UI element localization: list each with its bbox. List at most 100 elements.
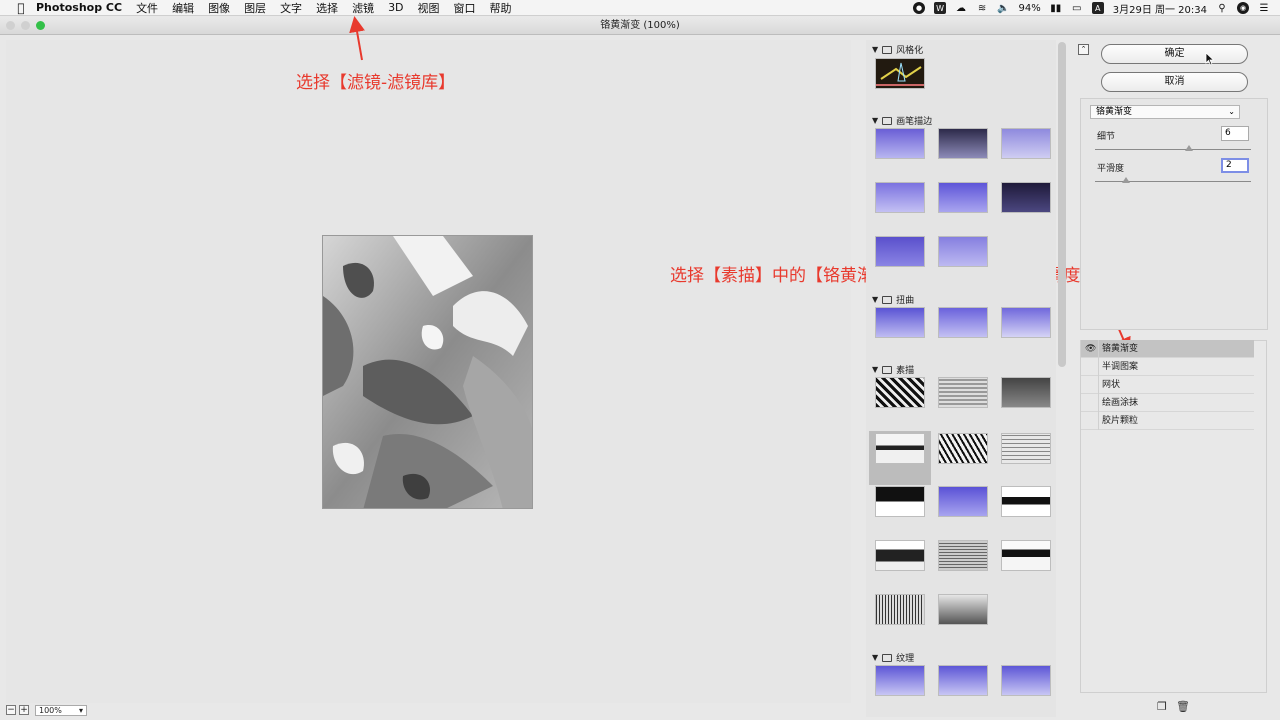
layer-row[interactable]: 网状 [1081,376,1254,394]
disclosure-triangle-icon: ▼ [872,653,879,662]
camera-icon[interactable]: ● [913,2,926,14]
filter-thumb[interactable] [938,307,988,338]
wifi-icon[interactable]: ≋ [976,2,988,14]
filter-select[interactable]: 铬黄渐变 ⌄ [1090,105,1240,119]
notification-center-icon[interactable]: ☰ [1258,2,1270,14]
zoom-in-button[interactable]: + [19,705,29,715]
folder-sketch[interactable]: ▼ 素描 [872,363,914,376]
w-app-icon[interactable]: W [934,2,947,14]
filter-thumb[interactable] [938,236,988,267]
battery-icon[interactable]: ▮▮ [1050,2,1062,14]
filter-select-value: 铬黄渐变 [1096,107,1133,117]
layer-name: 绘画涂抹 [1102,398,1139,408]
layer-row[interactable]: 👁 铬黄渐变 [1081,340,1254,358]
input-method-icon[interactable]: A [1091,2,1104,14]
folder-label: 画笔描边 [896,117,933,127]
detail-label: 细节 [1097,132,1116,142]
cancel-button[interactable]: 取消 [1101,72,1248,92]
menu-image[interactable]: 图像 [208,0,230,16]
window-titlebar: 铬黄渐变 (100%) [0,17,1280,35]
filter-thumb[interactable] [1001,307,1051,338]
chevron-down-icon: ▾ [78,705,83,715]
cloud-icon[interactable]: ☁ [955,2,967,14]
folder-brush-strokes[interactable]: ▼ 画笔描边 [872,114,932,127]
filter-thumb-chrome[interactable] [875,433,925,464]
filter-thumb-glowing-edges[interactable] [875,58,925,89]
folder-distort[interactable]: ▼ 扭曲 [872,293,914,306]
folder-label: 纹理 [896,654,915,664]
close-window-button[interactable] [6,21,15,30]
smoothness-slider-knob[interactable] [1122,177,1131,183]
minimize-window-button[interactable] [21,21,30,30]
airplay-icon[interactable]: ▭ [1071,2,1083,14]
spotlight-icon[interactable]: ⚲ [1216,2,1228,14]
menu-view[interactable]: 视图 [418,0,440,16]
smoothness-label: 平滑度 [1097,164,1125,174]
zoom-out-button[interactable]: − [6,705,16,715]
filter-thumb-halftone[interactable] [875,377,925,408]
filter-thumb[interactable] [1001,540,1051,571]
filter-thumb[interactable] [875,307,925,338]
ok-button[interactable]: 确定 [1101,44,1248,64]
chevron-down-icon: ⌄ [1228,107,1235,116]
filter-thumb[interactable] [938,540,988,571]
filter-thumb[interactable] [1001,486,1051,517]
clock[interactable]: 3月29日 周一 20:34 [1113,1,1207,16]
menu-filter[interactable]: 滤镜 [352,0,374,16]
collapse-browser-icon[interactable]: ⌃ [1078,44,1089,55]
filter-thumb[interactable] [938,377,988,408]
layer-row[interactable]: 半调图案 [1081,358,1254,376]
siri-icon[interactable]: ◉ [1237,2,1249,14]
layer-row[interactable]: 胶片颗粒 [1081,412,1254,430]
folder-stylize[interactable]: ▼ 风格化 [872,43,923,56]
menu-window[interactable]: 窗口 [454,0,476,16]
folder-texture[interactable]: ▼ 纹理 [872,651,914,664]
zoom-select[interactable]: 100% ▾ [35,704,87,716]
menu-layer[interactable]: 图层 [244,0,266,16]
filter-browser: ▼ 风格化 ▼ 画笔描边 ▼ 扭曲 ▼ 素描 ▼ 纹理 [866,40,1056,717]
layer-name: 半调图案 [1102,362,1139,372]
filter-thumb[interactable] [1001,433,1051,464]
apple-menu-icon[interactable]:  [14,1,28,15]
zoom-window-button[interactable] [36,21,45,30]
menu-edit[interactable]: 编辑 [172,0,194,16]
smoothness-input[interactable]: 2 [1221,158,1249,173]
browser-scrollbar[interactable] [1058,42,1066,367]
app-menu[interactable]: Photoshop CC [36,1,122,14]
filter-thumb[interactable] [938,128,988,159]
disclosure-triangle-icon: ▼ [872,45,879,54]
new-effect-layer-icon[interactable]: ❐ [1157,700,1167,713]
detail-input[interactable]: 6 [1221,126,1249,141]
filter-thumb[interactable] [938,665,988,696]
filter-thumb[interactable] [938,433,988,464]
filter-thumb[interactable] [875,594,925,625]
menu-type[interactable]: 文字 [280,0,302,16]
menu-select[interactable]: 选择 [316,0,338,16]
volume-icon[interactable]: 🔈 [997,2,1009,14]
filter-thumb[interactable] [938,486,988,517]
trash-icon[interactable]: 🗑 [1176,700,1190,713]
menu-help[interactable]: 帮助 [490,0,512,16]
filter-thumb[interactable] [875,540,925,571]
filter-thumb[interactable] [875,486,925,517]
smoothness-slider[interactable] [1095,177,1251,183]
filter-thumb[interactable] [938,594,988,625]
mouse-cursor-icon [1205,52,1215,66]
filter-thumb[interactable] [1001,182,1051,213]
menu-file[interactable]: 文件 [136,0,158,16]
filter-thumb[interactable] [875,182,925,213]
filter-thumb[interactable] [938,182,988,213]
filter-thumb[interactable] [1001,377,1051,408]
layer-row[interactable]: 绘画涂抹 [1081,394,1254,412]
menu-3d[interactable]: 3D [388,1,403,14]
filter-thumb[interactable] [1001,128,1051,159]
detail-slider[interactable] [1095,145,1251,151]
zoom-bar: − + 100% ▾ [6,703,851,717]
eye-icon[interactable]: 👁 [1085,340,1096,358]
filter-thumb[interactable] [875,665,925,696]
filter-thumb[interactable] [875,236,925,267]
filter-thumb[interactable] [875,128,925,159]
folder-icon [882,45,893,54]
filter-thumb[interactable] [1001,665,1051,696]
detail-slider-knob[interactable] [1184,145,1193,151]
